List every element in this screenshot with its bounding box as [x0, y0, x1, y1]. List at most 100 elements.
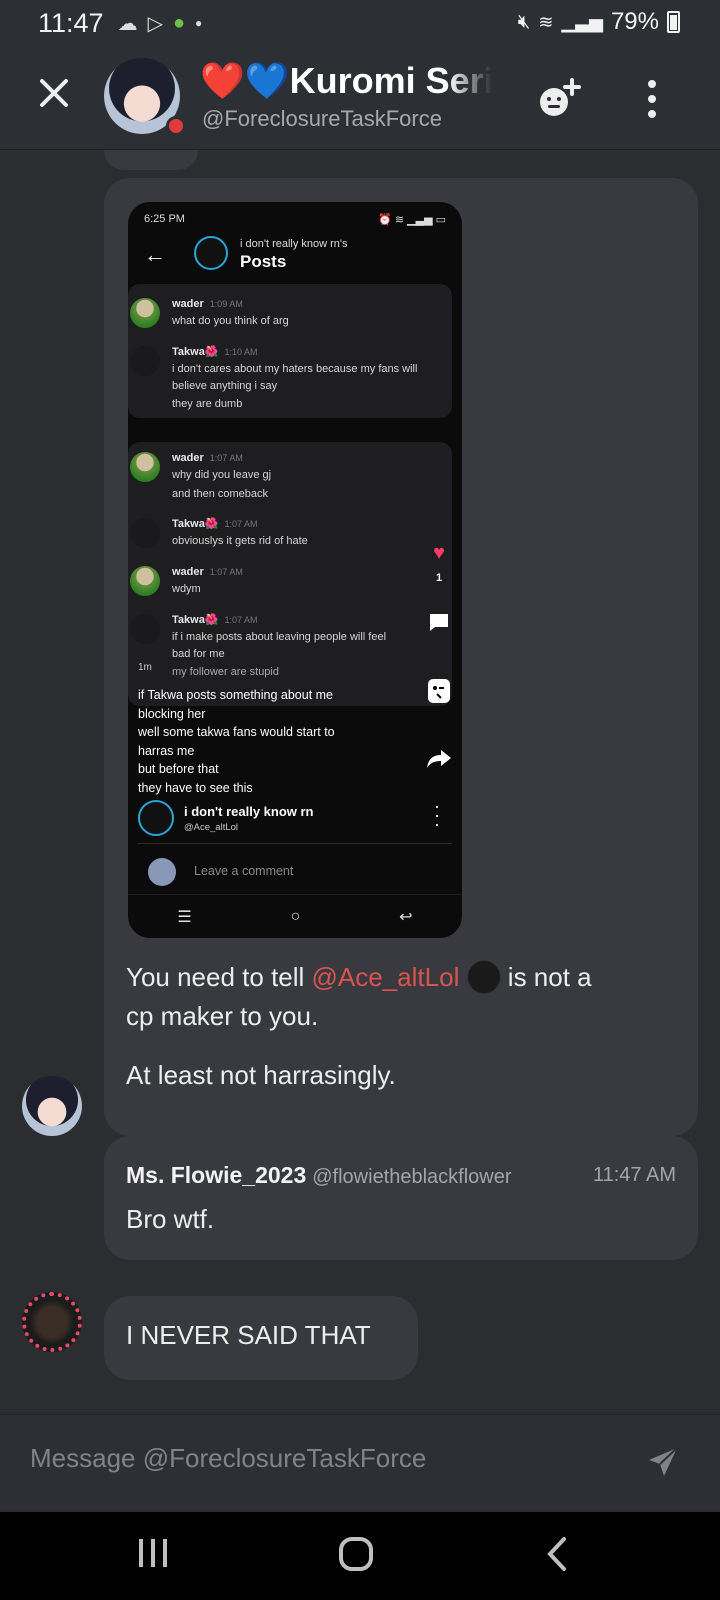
- system-nav-bar: [0, 1512, 720, 1600]
- weather-icon: ☁: [117, 12, 138, 35]
- attachment-card-1: wader 1:09 AM what do you think of arg Ta…: [128, 284, 452, 418]
- header-name[interactable]: ❤️💙Kuromi Seri: [200, 60, 492, 102]
- avatar: [138, 800, 174, 836]
- post-author-handle: @Ace_altLol: [184, 822, 239, 833]
- sender-name[interactable]: Ms. Flowie_2023: [126, 1162, 306, 1188]
- avatar: [130, 452, 160, 482]
- attachment-message: they are dumb: [172, 398, 243, 410]
- attachment-status-bar: 6:25 PM ⏰ ≋ ▁▃▅ ▭: [128, 202, 462, 236]
- back-icon: ↩: [399, 908, 413, 926]
- status-notification-icons: ☁ ▷ ● ●: [118, 11, 203, 36]
- user-mention[interactable]: @Ace_altLol: [312, 962, 460, 992]
- home-icon: ○: [290, 907, 301, 925]
- message-bubble[interactable]: I NEVER SAID THAT: [104, 1296, 418, 1380]
- message-list[interactable]: 6:25 PM ⏰ ≋ ▁▃▅ ▭ ← i don't really know …: [0, 150, 720, 1414]
- message-input[interactable]: Message @ForeclosureTaskForce: [30, 1443, 610, 1474]
- battery-icon: [667, 11, 680, 33]
- like-heart-icon: ♥: [433, 542, 445, 564]
- post-caption: if Takwa posts something about me blocki…: [138, 688, 335, 795]
- back-button[interactable]: [544, 1536, 570, 1581]
- post-author: i don't really know rn @Ace_altLol · · ·: [138, 796, 452, 844]
- attachment-title: Posts: [240, 252, 287, 271]
- attachment-subtitle: i don't really know rn's: [240, 238, 348, 250]
- attachment-header: ← i don't really know rn's Posts: [128, 236, 462, 280]
- chat-header: ❤️💙Kuromi Seri @ForeclosureTaskForce: [0, 46, 720, 150]
- more-icon: · · ·: [434, 796, 440, 834]
- attachment-message: wader 1:07 AM why did you leave gj: [172, 452, 272, 481]
- previous-message-bubble: [104, 150, 198, 170]
- share-icon: [426, 748, 452, 776]
- back-arrow-icon: ←: [144, 242, 166, 267]
- close-icon: [40, 79, 68, 107]
- attachment-nav-bar: ☰ ○ ↩: [128, 894, 462, 938]
- sender-name-row: Ms. Flowie_2023 @flowietheblackflower: [126, 1162, 512, 1189]
- dnd-status-dot: [166, 116, 186, 136]
- attachment-message: and then comeback: [172, 488, 269, 500]
- header-avatar[interactable]: [104, 58, 186, 140]
- mention-avatar: [466, 960, 501, 994]
- avatar: [130, 298, 160, 328]
- recents-icon: [139, 1539, 167, 1567]
- wifi-icon: ≋: [538, 11, 554, 32]
- avatar: [130, 566, 160, 596]
- status-right: 🔇︎ ≋ ▁▃▅ 79%: [518, 8, 680, 36]
- post-author-name: i don't really know rn: [184, 804, 314, 819]
- back-icon: [547, 1537, 566, 1571]
- recents-button[interactable]: [136, 1536, 170, 1579]
- avatar: [130, 614, 160, 644]
- message-text: I NEVER SAID THAT: [126, 1320, 371, 1350]
- message-timestamp: 11:47 AM: [592, 1164, 676, 1186]
- like-count: 1: [435, 572, 443, 584]
- recents-icon: ☰: [177, 908, 192, 926]
- message-bubble[interactable]: 6:25 PM ⏰ ≋ ▁▃▅ ▭ ← i don't really know …: [104, 178, 698, 1136]
- sticker-icon: [426, 678, 452, 710]
- attachment-message: my follower are stupid: [172, 666, 279, 678]
- header-hearts: ❤️💙: [200, 60, 290, 101]
- attachment-card-2: wader 1:07 AM why did you leave gj and th…: [128, 442, 452, 706]
- message-text: At least not harrasingly.: [126, 1060, 396, 1090]
- more-dot-icon: [648, 95, 656, 103]
- post-time-ago: 1m: [138, 662, 152, 673]
- home-icon: [339, 1537, 373, 1571]
- attachment-message: wader 1:07 AM wdym: [172, 566, 243, 595]
- more-options-button[interactable]: [640, 74, 664, 124]
- avatar: [130, 346, 160, 376]
- add-friend-button[interactable]: [536, 76, 582, 122]
- avatar: [148, 858, 176, 886]
- header-name-text: Kuromi Seri: [289, 60, 492, 101]
- send-button[interactable]: [646, 1445, 680, 1479]
- sender-avatar[interactable]: [22, 1292, 82, 1352]
- attachment-message: wader 1:09 AM what do you think of arg: [172, 298, 289, 327]
- status-time: 11:47: [38, 7, 104, 38]
- header-handle: @ForeclosureTaskForce: [202, 106, 442, 131]
- attachment-message: Takwa🌺 1:10 AM i don't cares about my hat…: [172, 346, 418, 392]
- image-attachment[interactable]: 6:25 PM ⏰ ≋ ▁▃▅ ▭ ← i don't really know …: [128, 202, 462, 938]
- send-icon: [649, 1447, 678, 1476]
- home-button[interactable]: [338, 1536, 374, 1581]
- message-text: You need to tell @Ace_altLol is not a cp…: [126, 960, 592, 1031]
- more-dot-icon: [648, 80, 656, 88]
- message-bubble[interactable]: Ms. Flowie_2023 @flowietheblackflower 11:…: [104, 1136, 698, 1260]
- play-icon: ▷: [147, 12, 163, 35]
- attachment-time: 6:25 PM: [144, 213, 185, 225]
- comment-icon: [426, 610, 452, 640]
- comment-placeholder: Leave a comment: [194, 864, 294, 878]
- signal-icon: ▁▃▅: [561, 11, 603, 32]
- attachment-message: Takwa🌺 1:07 AM obviouslys it gets rid of …: [172, 518, 308, 547]
- message-text: Bro wtf.: [126, 1204, 215, 1234]
- add-friend-icon: [540, 78, 581, 116]
- attachment-profile-avatar: [194, 236, 228, 270]
- status-bar: 11:47 ☁ ▷ ● ● 🔇︎ ≋ ▁▃▅ 79%: [0, 0, 720, 46]
- attachment-status-icons: ⏰ ≋ ▁▃▅ ▭: [378, 213, 446, 226]
- more-dot-icon: [648, 110, 656, 118]
- mute-icon: 🔇︎: [517, 10, 531, 33]
- attachment-message: Takwa🌺 1:07 AM if i make posts about leav…: [172, 614, 387, 660]
- comment-row: Leave a comment: [148, 854, 452, 890]
- app-notification-icon: ●: [172, 11, 186, 34]
- more-notifications-icon: ●: [195, 16, 203, 30]
- message-composer: Message @ForeclosureTaskForce: [0, 1414, 720, 1510]
- sender-handle: @flowietheblackflower: [312, 1166, 512, 1188]
- sender-avatar[interactable]: [22, 1076, 82, 1136]
- close-button[interactable]: [34, 76, 74, 116]
- battery-percent: 79%: [610, 8, 659, 35]
